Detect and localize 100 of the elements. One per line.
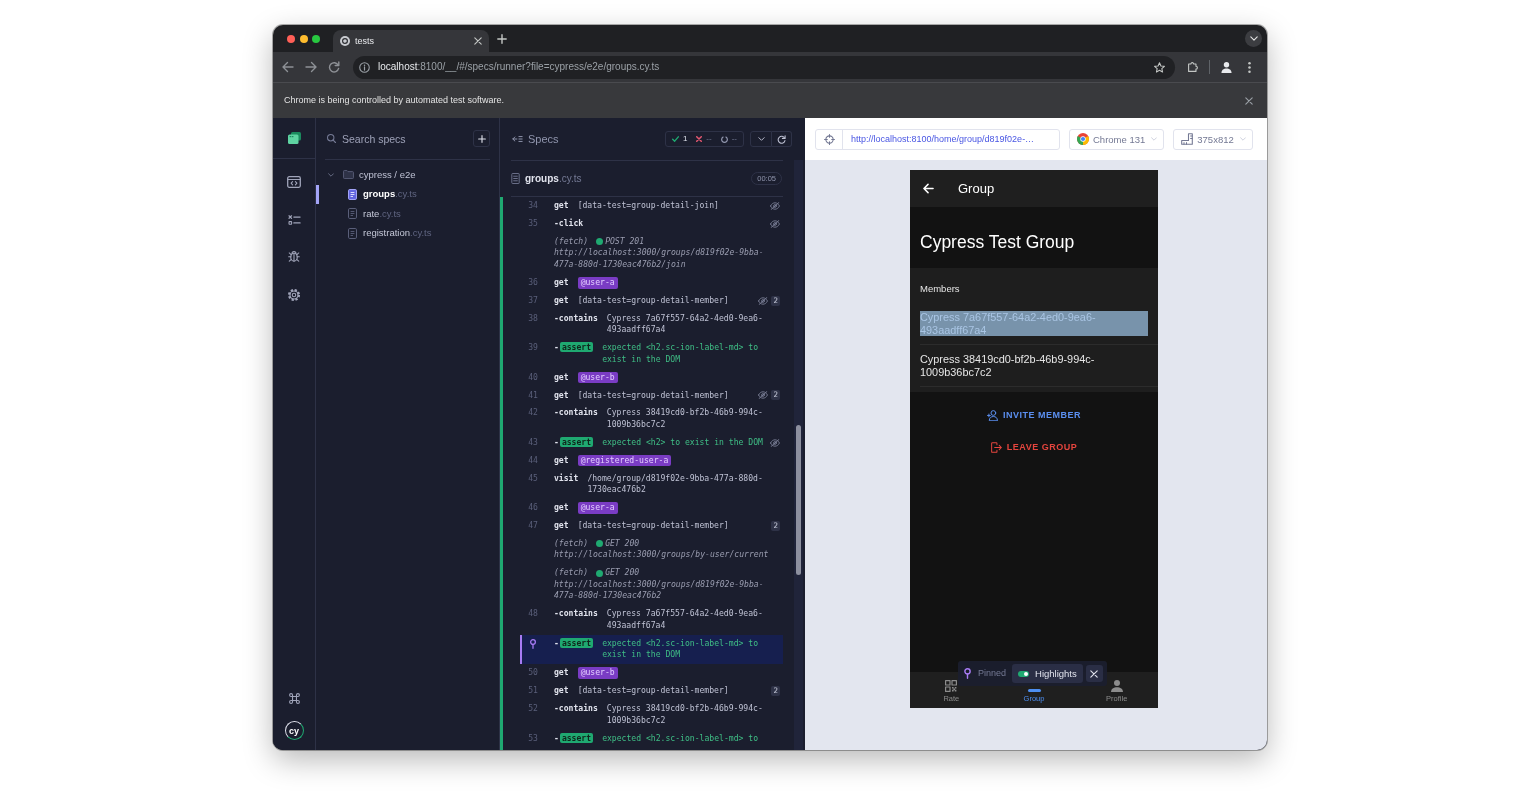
request-url: http://localhost:3000/groups/d819f02e-9bba-477a-880d-1730eac476b2/join: [554, 247, 765, 271]
request-url: http://localhost:3000/groups/by-user/current: [554, 549, 770, 561]
command-key-icon[interactable]: [288, 693, 300, 704]
command-row[interactable]: 38 -contains Cypress 7a67f557-64a2-4ed0-9ea6-493aadff67a4: [520, 309, 783, 340]
status-dot-icon: [596, 540, 604, 548]
checklist-icon[interactable]: [287, 214, 301, 225]
browser-dropdown[interactable]: Chrome 131: [1069, 128, 1165, 150]
file-icon: [348, 188, 357, 200]
person-icon[interactable]: [1221, 61, 1232, 73]
command-row[interactable]: 50 get @user-b: [520, 664, 783, 683]
command-name: -assert: [554, 732, 594, 745]
line-number: 43: [527, 436, 539, 449]
close-button[interactable]: [1085, 665, 1103, 682]
info-icon[interactable]: [359, 61, 370, 73]
code-window-icon[interactable]: [287, 176, 301, 188]
command-row[interactable]: 42 -contains Cypress 38419cd0-bf2b-46b9-994c-1009b36bc7c2: [520, 404, 783, 434]
invite-member-button[interactable]: INVITE MEMBER: [984, 403, 1084, 427]
command-name: -contains: [554, 703, 598, 715]
command-row[interactable]: 53 -assert expected <h2.sc-ion-label-md> to: [520, 729, 783, 748]
chevron-down-icon: [1151, 137, 1158, 141]
command-name: get: [554, 685, 569, 697]
person-plus-icon: [987, 409, 998, 421]
command-row[interactable]: (fetch) GET 200 http://localhost:3000/groups/d819f02e-9bba-477a-880d-1730eac476b2: [520, 564, 783, 606]
command-row[interactable]: 44 get @registered-user-a: [520, 451, 783, 470]
search-field[interactable]: Search specs: [342, 131, 467, 146]
preview-url-bar[interactable]: http://localhost:8100/home/group/d819f02e-…: [815, 128, 1060, 150]
viewport-dropdown[interactable]: 375x812: [1173, 128, 1253, 150]
forward-icon[interactable]: [305, 61, 317, 73]
spec-file-link[interactable]: rate.cy.ts: [316, 204, 499, 224]
alias-badge: @user-a: [577, 502, 618, 514]
command-name: -contains: [554, 608, 598, 620]
line-number: 48: [527, 608, 539, 620]
command-message: Cypress 7a67f557-64a2-4ed0-9ea6-493aadff67a4: [606, 312, 764, 336]
window-minimize-icon[interactable]: [299, 34, 308, 43]
reload-icon[interactable]: [328, 61, 340, 73]
folder-item[interactable]: cypress / e2e: [316, 165, 499, 185]
tab-search-button[interactable]: [1245, 30, 1262, 47]
command-name: -assert: [554, 436, 594, 449]
command-row[interactable]: 35 -click: [520, 214, 783, 233]
spec-file-name: groups.cy.ts: [525, 172, 582, 185]
command-message: Cypress 7a67f557-64a2-4ed0-9ea6-493aadff67a4: [606, 608, 764, 632]
line-number: 38: [527, 312, 539, 325]
back-icon[interactable]: [282, 61, 294, 73]
page-title: Group: [958, 181, 995, 196]
pending-count: --: [731, 134, 737, 144]
address-bar[interactable]: localhost:8100/__/#/specs/runner?file=cypress/e2e/groups.cy.ts: [353, 55, 1175, 79]
bug-icon[interactable]: [288, 251, 300, 262]
favicon-icon: [340, 36, 350, 46]
command-message: /home/group/d819f02e-9bba-477a-880d-1730eac476b2: [587, 472, 764, 496]
highlights-button[interactable]: Highlights: [1012, 664, 1083, 683]
command-name: get: [554, 294, 569, 307]
browser-tab[interactable]: tests: [333, 30, 489, 52]
command-row[interactable]: (fetch) GET 200 http://localhost:3000/groups/by-user/current: [520, 534, 783, 565]
toggle-switch[interactable]: [1018, 670, 1030, 677]
back-arrow-icon[interactable]: [923, 183, 934, 194]
command-name: -contains: [554, 312, 598, 325]
command-name: visit: [554, 472, 579, 485]
plus-icon[interactable]: [497, 33, 507, 44]
new-spec-button[interactable]: [473, 130, 490, 147]
command-row[interactable]: 34 get [data-test=group-detail-join]: [520, 197, 783, 215]
rerun-button[interactable]: [772, 131, 792, 147]
ruler-icon: [1181, 133, 1194, 145]
command-row[interactable]: 43 -assert expected <h2> to exist in the DOM: [520, 433, 783, 452]
puzzle-icon[interactable]: [1188, 62, 1198, 72]
group-name: Cypress Test Group: [920, 231, 1075, 252]
command-row[interactable]: 48 -contains Cypress 7a67f557-64a2-4ed0-9ea6-493aadff67a4: [520, 605, 783, 635]
leave-group-button[interactable]: LEAVE GROUP: [987, 435, 1081, 459]
scrollbar-thumb[interactable]: [796, 425, 801, 575]
command-row[interactable]: 46 get @user-a: [520, 498, 783, 517]
line-number: 34: [527, 200, 539, 212]
chevron-down-icon: [1249, 36, 1258, 41]
chevron-down-icon: [1239, 137, 1246, 141]
file-icon: [511, 173, 520, 184]
star-icon[interactable]: [1154, 61, 1165, 73]
command-message: expected <h2.sc-ion-label-md> to: [602, 732, 760, 745]
window-maximize-icon[interactable]: [312, 34, 320, 43]
close-icon[interactable]: [1245, 96, 1253, 105]
command-row[interactable]: 40 get @user-b: [520, 368, 783, 387]
line-number: 50: [527, 667, 539, 679]
command-message: Cypress 38419cd0-bf2b-46b9-994c-1009b36bc7c2: [606, 407, 764, 431]
status-dot-icon: [596, 238, 604, 246]
menu-icon[interactable]: [1248, 61, 1251, 73]
infobar-message: Chrome is being controlled by automated test software.: [284, 95, 505, 106]
spec-file-link[interactable]: registration.cy.ts: [316, 223, 499, 243]
line-number: 35: [527, 218, 539, 230]
command-row[interactable]: (fetch) POST 201 http://localhost:3000/groups/d819f02e-9bba-477a-880d-1730eac476b2/join: [520, 232, 783, 274]
line-number: 46: [527, 502, 539, 514]
command-row[interactable]: 39 -assert expected <h2.sc-ion-label-md> to exist in the DOM: [520, 339, 783, 369]
command-row[interactable]: -assert expected <h2.sc-ion-label-md> to exist in the DOM: [520, 634, 783, 665]
window-close-icon[interactable]: [287, 34, 295, 43]
search-icon: [327, 134, 336, 143]
exit-icon: [990, 441, 1002, 453]
close-icon[interactable]: [474, 37, 482, 45]
command-name: get: [554, 454, 569, 467]
command-row[interactable]: 45 visit /home/group/d819f02e-9bba-477a-880d-1730eac476b2: [520, 469, 783, 499]
command-name: get: [554, 502, 569, 514]
specs-toggle-button[interactable]: Specs: [512, 132, 559, 146]
command-row[interactable]: 36 get @user-a: [520, 273, 783, 292]
command-row[interactable]: 52 -contains Cypress 38419cd0-bf2b-46b9-994c-1009b36bc7c2: [520, 699, 783, 730]
settings-icon[interactable]: [288, 288, 300, 301]
